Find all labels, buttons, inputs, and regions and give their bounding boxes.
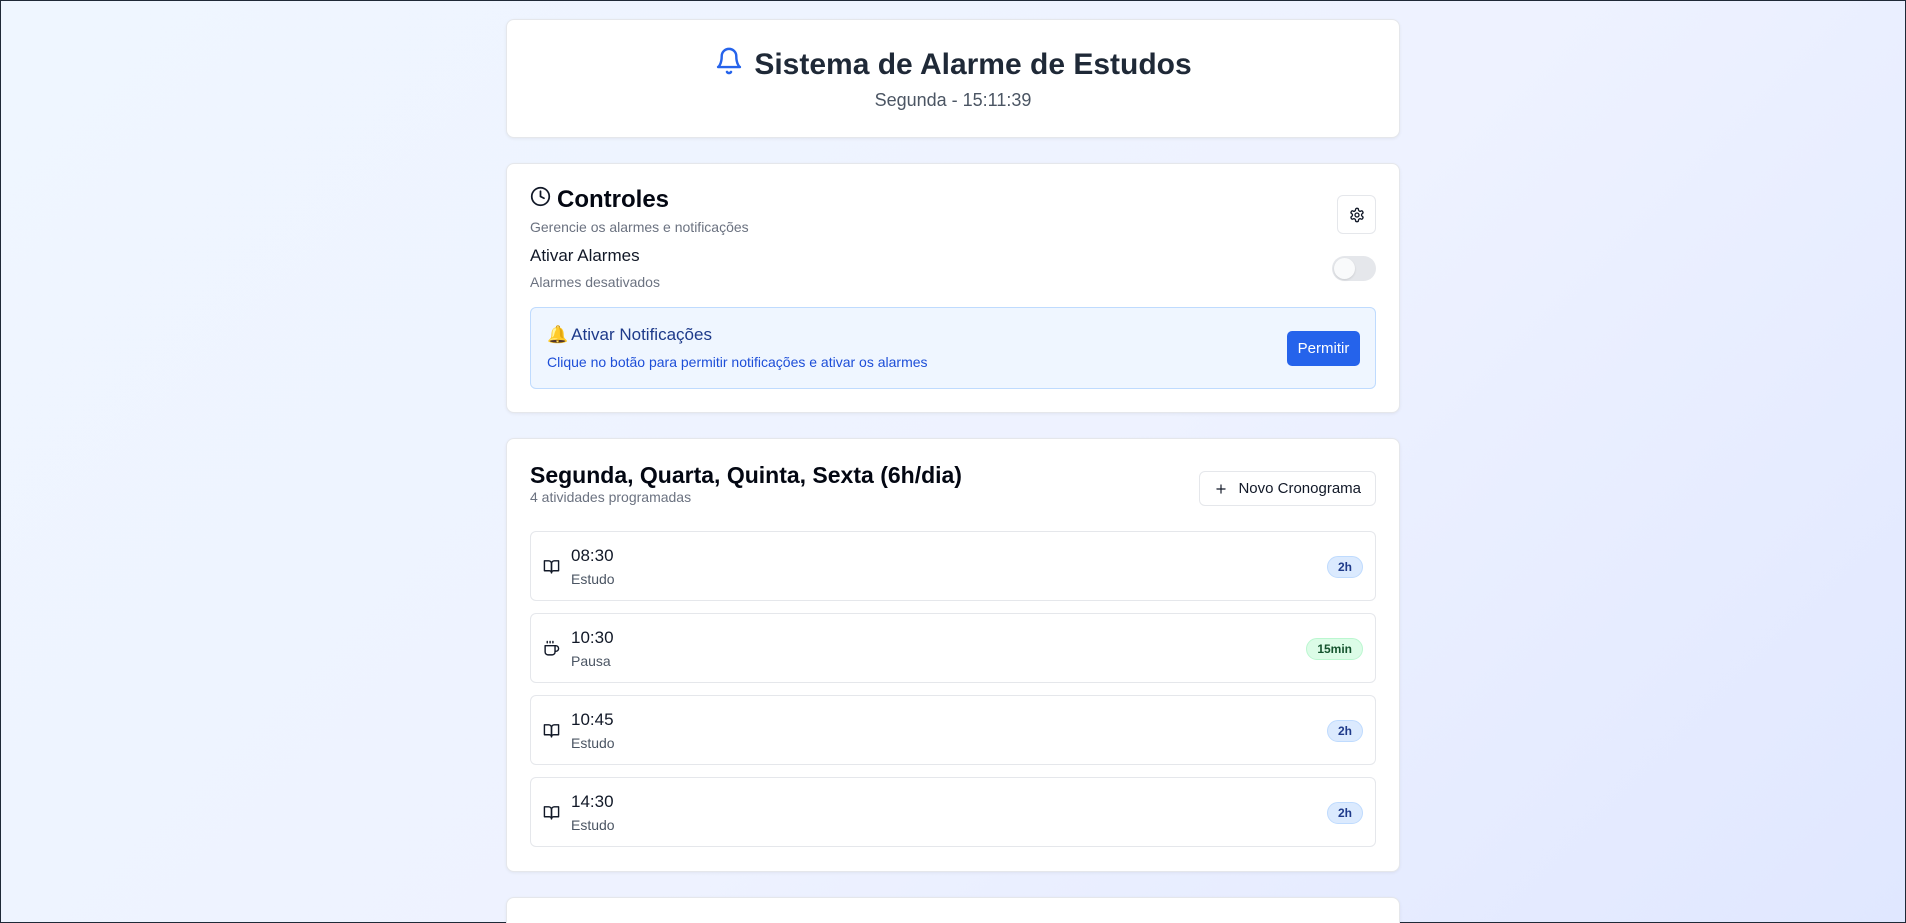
notification-heading: 🔔 Ativar Notificações [547,325,712,345]
toggle-knob [1334,258,1355,279]
alarm-toggle-label: Ativar Alarmes [530,246,640,265]
activity-time: 10:45 [571,710,614,729]
settings-button[interactable] [1337,195,1376,234]
list-item[interactable]: 08:30 Estudo 2h [530,531,1376,601]
bell-emoji-icon: 🔔 [547,325,569,344]
controls-title: Controles [557,186,670,213]
header-card: Sistema de Alarme de Estudos Segunda - 1… [506,19,1400,138]
app-title-text: Sistema de Alarme de Estudos [754,48,1192,81]
next-card [506,897,1400,923]
page-container: Sistema de Alarme de Estudos Segunda - 1… [506,19,1400,923]
notification-description: Clique no botão para permitir notificaçõ… [547,354,928,370]
activity-type: Pausa [571,653,611,669]
duration-badge: 2h [1326,556,1363,578]
activity-count: 4 atividades programadas [530,489,692,505]
schedule-card: Segunda, Quarta, Quinta, Sexta (6h/dia) … [506,438,1400,872]
book-icon [543,558,560,575]
bell-icon [714,44,744,86]
duration-badge: 2h [1326,802,1363,824]
new-schedule-label: Novo Cronograma [1238,480,1361,497]
controls-subtitle: Gerencie os alarmes e notificações [530,219,749,235]
duration-badge: 2h [1326,720,1363,742]
schedule-title: Segunda, Quarta, Quinta, Sexta (6h/dia) [530,462,962,488]
plus-icon [1214,482,1228,496]
alarm-status-text: Alarmes desativados [530,274,660,290]
list-item[interactable]: 10:45 Estudo 2h [530,695,1376,765]
notification-permission-box: 🔔 Ativar Notificações Clique no botão pa… [530,307,1376,389]
list-item[interactable]: 14:30 Estudo 2h [530,777,1376,847]
controls-heading: Controles [530,186,669,214]
new-schedule-button[interactable]: Novo Cronograma [1199,471,1376,506]
current-day-time: Segunda - 15:11:39 [874,90,1032,110]
book-icon [543,722,560,739]
activity-type: Estudo [571,735,615,751]
allow-notifications-button[interactable]: Permitir [1287,331,1360,366]
book-icon [543,804,560,821]
activity-time: 10:30 [571,628,614,647]
activity-time: 14:30 [571,792,614,811]
activity-time: 08:30 [571,546,614,565]
coffee-icon [543,640,560,657]
list-item[interactable]: 10:30 Pausa 15min [530,613,1376,683]
controls-card: Controles Gerencie os alarmes e notifica… [506,163,1400,413]
page-title: Sistema de Alarme de Estudos [507,44,1399,86]
activity-list: 08:30 Estudo 2h 10:30 Pausa 15min 10:45 … [530,531,1376,859]
clock-icon [530,186,551,214]
gear-icon [1349,207,1365,223]
notification-title: Ativar Notificações [571,325,712,344]
alarm-toggle-switch[interactable] [1332,256,1376,281]
activity-type: Estudo [571,571,615,587]
duration-badge: 15min [1306,638,1363,660]
activity-type: Estudo [571,817,615,833]
